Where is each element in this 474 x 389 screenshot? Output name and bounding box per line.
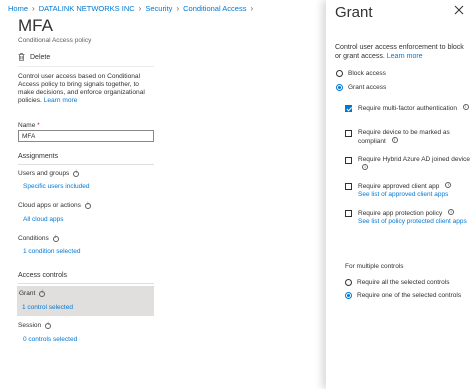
checkbox-box <box>345 210 352 217</box>
require-compliant-device-label: Require device to be marked as compliant <box>358 129 470 146</box>
name-input[interactable] <box>18 130 154 142</box>
chevron-right-icon: › <box>250 4 254 13</box>
require-app-protection-checkbox[interactable]: Require app protection policy See list o… <box>345 209 470 226</box>
chevron-right-icon: › <box>138 4 142 13</box>
checkbox-box <box>345 105 352 112</box>
breadcrumb: Home › DATALINK NETWORKS INC › Security … <box>8 4 257 13</box>
delete-button[interactable]: Delete <box>18 50 50 64</box>
require-approved-app-text: Require approved client app <box>358 183 440 190</box>
multiple-controls-label: For multiple controls <box>345 263 404 270</box>
users-groups-label-text: Users and groups <box>18 170 70 177</box>
radio-circle <box>345 292 352 299</box>
access-controls-heading: Access controls <box>18 272 68 279</box>
info-icon[interactable] <box>362 164 368 172</box>
require-one-label: Require one of the selected controls <box>357 292 462 299</box>
require-hybrid-joined-label: Require Hybrid Azure AD joined device <box>358 156 470 173</box>
chevron-right-icon: › <box>176 4 180 13</box>
require-approved-app-checkbox[interactable]: Require approved client app See list of … <box>345 182 470 199</box>
radio-circle <box>336 70 343 77</box>
require-compliant-device-text: Require device to be marked as compliant <box>358 129 450 145</box>
require-mfa-checkbox[interactable]: Require multi-factor authentication <box>345 104 470 113</box>
radio-circle <box>345 279 352 286</box>
require-hybrid-joined-text: Require Hybrid Azure AD joined device <box>358 156 471 163</box>
require-approved-app-label: Require approved client app See list of … <box>358 182 470 199</box>
name-label-text: Name <box>18 122 36 129</box>
breadcrumb-tenant[interactable]: DATALINK NETWORKS INC <box>39 4 135 13</box>
info-icon[interactable] <box>39 290 46 297</box>
info-icon[interactable] <box>462 104 469 112</box>
require-compliant-device-checkbox[interactable]: Require device to be marked as compliant <box>345 129 470 146</box>
required-marker: * <box>37 122 40 129</box>
require-mfa-label: Require multi-factor authentication <box>358 104 470 113</box>
breadcrumb-home[interactable]: Home <box>8 4 28 13</box>
grant-panel-description: Control user access enforcement to block… <box>335 43 471 61</box>
grant-value[interactable]: 1 control selected <box>22 304 73 311</box>
page-subtitle: Conditional Access policy <box>18 37 92 44</box>
policy-description-text: Control user access based on Conditional… <box>18 73 145 104</box>
block-access-radio[interactable]: Block access <box>336 70 386 77</box>
info-icon[interactable] <box>73 170 80 177</box>
access-controls-divider <box>18 283 154 284</box>
conditions-label: Conditions <box>18 235 59 242</box>
assignments-heading: Assignments <box>18 153 59 160</box>
breadcrumb-security[interactable]: Security <box>145 4 172 13</box>
grant-access-label: Grant access <box>348 84 387 91</box>
grant-learn-more-link[interactable]: Learn more <box>387 53 423 60</box>
users-groups-value[interactable]: Specific users included <box>23 183 89 190</box>
info-icon[interactable] <box>445 182 452 190</box>
grant-label: Grant <box>19 290 46 297</box>
grant-label-text: Grant <box>19 290 36 297</box>
checkbox-box <box>345 157 352 164</box>
require-hybrid-joined-checkbox[interactable]: Require Hybrid Azure AD joined device <box>345 156 470 173</box>
conditions-value[interactable]: 1 condition selected <box>23 248 80 255</box>
info-icon[interactable] <box>52 235 59 242</box>
info-icon[interactable] <box>391 137 398 145</box>
chevron-right-icon: › <box>32 4 35 13</box>
policy-blade: Home › DATALINK NETWORKS INC › Security … <box>0 0 326 389</box>
block-access-label: Block access <box>348 70 386 77</box>
policy-protected-apps-link[interactable]: See list of policy protected client apps <box>358 218 470 226</box>
session-label-text: Session <box>18 322 42 329</box>
name-field-label: Name * <box>18 122 40 129</box>
assignments-divider <box>18 164 154 165</box>
approved-apps-link[interactable]: See list of approved client apps <box>358 191 470 199</box>
breadcrumb-conditional-access[interactable]: Conditional Access <box>183 4 246 13</box>
require-app-protection-label: Require app protection policy See list o… <box>358 209 470 226</box>
policy-description: Control user access based on Conditional… <box>18 73 150 105</box>
checkbox-box <box>345 130 352 137</box>
session-value[interactable]: 0 controls selected <box>23 336 77 343</box>
require-all-label: Require all the selected controls <box>357 279 450 286</box>
checkbox-box <box>345 183 352 190</box>
require-mfa-text: Require multi-factor authentication <box>358 105 457 112</box>
require-all-radio[interactable]: Require all the selected controls <box>345 279 450 286</box>
cloud-apps-label-text: Cloud apps or actions <box>18 202 81 209</box>
info-icon[interactable] <box>84 202 91 209</box>
radio-circle <box>336 84 343 91</box>
require-one-radio[interactable]: Require one of the selected controls <box>345 292 461 299</box>
learn-more-link[interactable]: Learn more <box>44 97 78 104</box>
cloud-apps-label: Cloud apps or actions <box>18 202 91 209</box>
info-icon[interactable] <box>448 209 455 217</box>
page-title: MFA <box>18 16 53 35</box>
session-label: Session <box>18 322 52 329</box>
delete-label: Delete <box>30 53 51 61</box>
grant-panel-title: Grant <box>335 4 373 21</box>
grant-access-radio[interactable]: Grant access <box>336 84 386 91</box>
info-icon[interactable] <box>45 322 52 329</box>
cloud-apps-value[interactable]: All cloud apps <box>23 216 63 223</box>
close-icon[interactable] <box>454 5 464 15</box>
trash-icon <box>18 53 25 61</box>
users-groups-label: Users and groups <box>18 170 80 177</box>
grant-row[interactable]: Grant 1 control selected <box>17 286 154 316</box>
conditions-label-text: Conditions <box>18 235 49 242</box>
toolbar-divider <box>18 66 154 67</box>
grant-panel: Grant Control user access enforcement to… <box>326 0 474 389</box>
require-app-protection-text: Require app protection policy <box>358 210 443 217</box>
